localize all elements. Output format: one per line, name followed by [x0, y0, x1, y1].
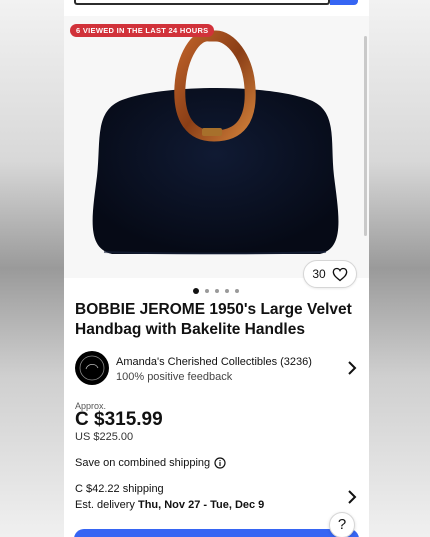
image-gallery[interactable]: 6 VIEWED IN THE LAST 24 HOURS — [64, 16, 369, 278]
background-right — [366, 0, 430, 537]
carousel-dot[interactable] — [225, 289, 229, 293]
seller-feedback: 100% positive feedback — [116, 371, 233, 383]
carousel-dot[interactable] — [235, 289, 239, 293]
chevron-right-icon — [348, 361, 357, 375]
combined-shipping[interactable]: Save on combined shipping — [75, 457, 226, 469]
shipping-cost: C $42.22 shipping — [75, 483, 164, 495]
search-input[interactable] — [74, 0, 330, 5]
delivery-dates: Thu, Nov 27 - Tue, Dec 9 — [137, 499, 265, 511]
viewed-badge: 6 VIEWED IN THE LAST 24 HOURS — [70, 24, 215, 37]
shipping-chevron-icon[interactable] — [347, 490, 357, 504]
carousel-dot[interactable] — [193, 288, 199, 294]
background-left — [0, 0, 64, 537]
scrollbar[interactable] — [364, 36, 367, 236]
delivery-label: Est. delivery — [75, 499, 138, 511]
delivery-estimate: Est. delivery Thu, Nov 27 - Tue, Dec 9 — [75, 499, 264, 511]
buy-it-now-button[interactable] — [74, 529, 359, 537]
seller-name: Amanda's Cherished Collectibles (3236) — [116, 356, 312, 368]
seller-avatar — [75, 351, 109, 385]
heart-outline-icon — [332, 267, 348, 281]
price-us: US $225.00 — [75, 431, 134, 443]
listing-screen: 6 VIEWED IN THE LAST 24 HOURS 30 BOBBIE … — [64, 0, 369, 537]
carousel-dot[interactable] — [205, 289, 209, 293]
seller-row[interactable]: Amanda's Cherished Collectibles (3236) 1… — [75, 350, 362, 386]
carousel-dot[interactable] — [215, 289, 219, 293]
carousel-dots — [193, 288, 239, 294]
combined-shipping-label: Save on combined shipping — [75, 457, 211, 469]
search-button[interactable] — [330, 0, 358, 5]
watch-count: 30 — [312, 267, 326, 281]
search-bar — [64, 0, 369, 16]
help-button[interactable]: ? — [329, 512, 355, 537]
price: C $315.99 — [75, 409, 163, 430]
watch-button[interactable]: 30 — [303, 260, 357, 288]
product-title: BOBBIE JEROME 1950's Large Velvet Handba… — [75, 301, 352, 338]
info-icon[interactable] — [214, 457, 226, 469]
product-image — [92, 30, 339, 255]
